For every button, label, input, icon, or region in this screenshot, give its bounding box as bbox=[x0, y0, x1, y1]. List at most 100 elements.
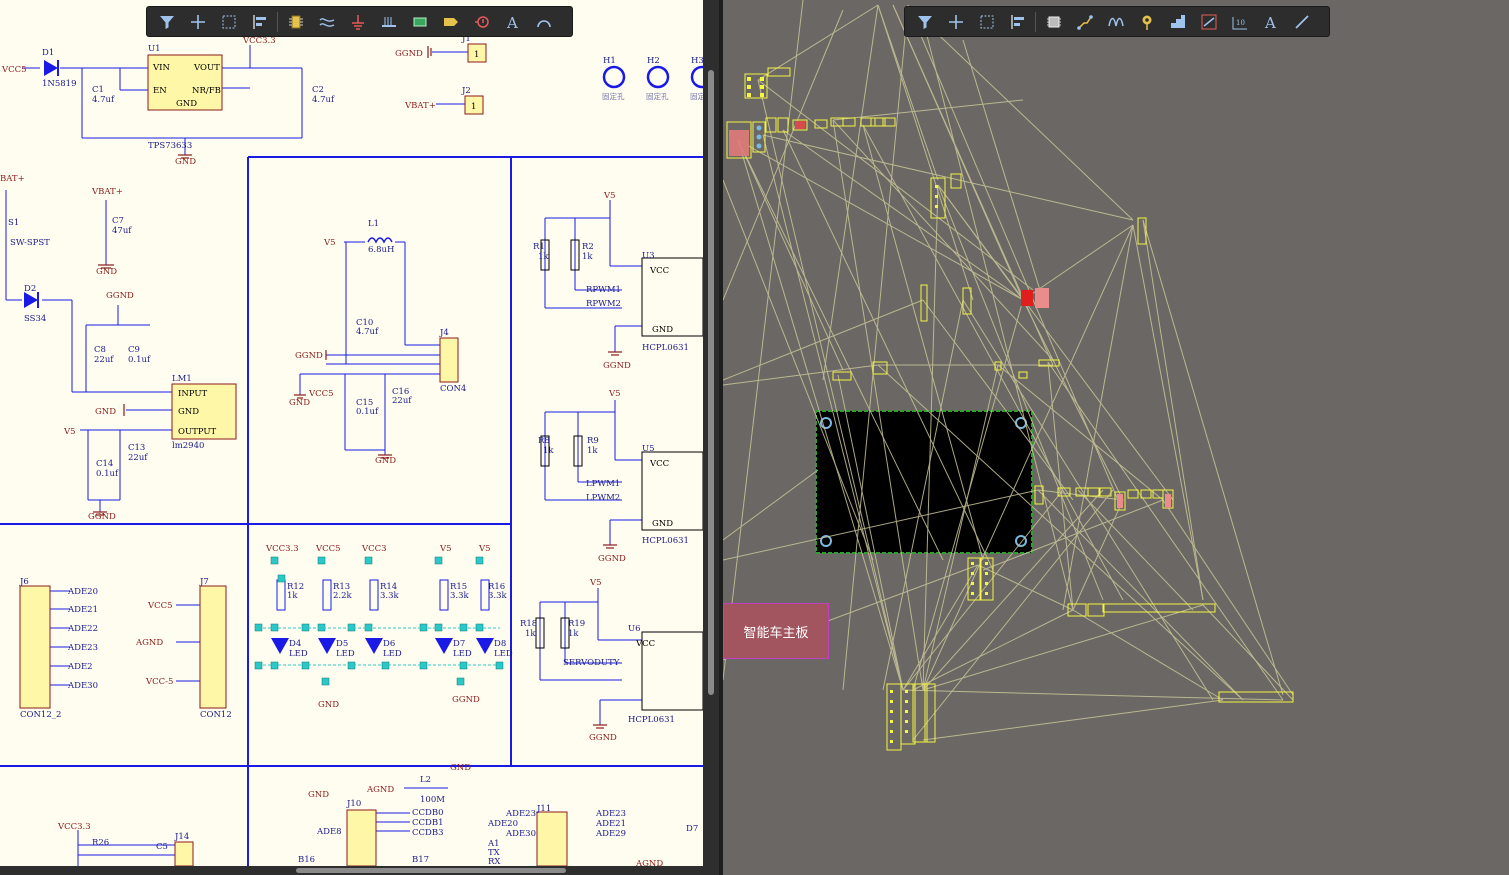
schematic-canvas[interactable]: D1 1N5819 U1 VIN VOUT EN NR/FB GND TPS73… bbox=[0, 0, 703, 866]
schematic-horizontal-scrollbar[interactable] bbox=[0, 866, 703, 875]
svg-text:VIN: VIN bbox=[152, 63, 170, 73]
svg-text:CCDB0: CCDB0 bbox=[412, 808, 443, 818]
svg-text:HCPL0631: HCPL0631 bbox=[642, 536, 689, 546]
svg-text:1k: 1k bbox=[538, 252, 549, 262]
svg-text:SERVODUTY: SERVODUTY bbox=[563, 658, 620, 668]
port-icon[interactable] bbox=[435, 7, 466, 36]
svg-text:A: A bbox=[1264, 14, 1276, 31]
align-icon[interactable] bbox=[244, 7, 275, 36]
svg-text:AGND: AGND bbox=[366, 785, 394, 795]
svg-text:J6: J6 bbox=[19, 577, 29, 587]
svg-text:4.7uf: 4.7uf bbox=[92, 95, 115, 105]
svg-text:J11: J11 bbox=[536, 804, 551, 814]
component-icon[interactable] bbox=[1038, 7, 1069, 36]
svg-text:GND: GND bbox=[95, 407, 116, 417]
dimension-icon[interactable]: 10 bbox=[1224, 7, 1255, 36]
select-rect-icon[interactable] bbox=[213, 7, 244, 36]
svg-text:GGND: GGND bbox=[589, 733, 617, 743]
wire-icon[interactable] bbox=[311, 7, 342, 36]
pcb-editor-pane[interactable]: 智能车主板 10 A bbox=[723, 0, 1509, 875]
svg-text:GND: GND bbox=[652, 325, 673, 335]
filter-icon[interactable] bbox=[909, 7, 940, 36]
svg-text:R9: R9 bbox=[587, 436, 599, 446]
svg-text:LED: LED bbox=[289, 649, 308, 659]
svg-text:R8: R8 bbox=[538, 436, 550, 446]
svg-text:V5: V5 bbox=[439, 544, 452, 554]
svg-text:1: 1 bbox=[471, 102, 476, 112]
svg-text:R19: R19 bbox=[568, 619, 585, 629]
polygon-icon[interactable] bbox=[1162, 7, 1193, 36]
svg-text:R26: R26 bbox=[92, 838, 109, 848]
via-icon[interactable] bbox=[1131, 7, 1162, 36]
svg-text:V5: V5 bbox=[608, 389, 621, 399]
svg-text:GND: GND bbox=[178, 407, 199, 417]
add-icon[interactable] bbox=[940, 7, 971, 36]
scrollbar-thumb[interactable] bbox=[708, 70, 714, 695]
svg-text:R1: R1 bbox=[533, 242, 545, 252]
svg-text:GND: GND bbox=[450, 763, 471, 773]
svg-text:0.1uf: 0.1uf bbox=[96, 469, 119, 479]
differential-icon[interactable] bbox=[1193, 7, 1224, 36]
text-icon[interactable]: A bbox=[497, 7, 528, 36]
svg-text:GGND: GGND bbox=[452, 695, 480, 705]
svg-text:ADE8: ADE8 bbox=[316, 827, 342, 837]
svg-text:1k: 1k bbox=[582, 252, 593, 262]
svg-text:U3: U3 bbox=[642, 251, 655, 261]
sheet-symbol-icon[interactable] bbox=[404, 7, 435, 36]
svg-text:ADE20: ADE20 bbox=[67, 587, 98, 597]
svg-text:GND: GND bbox=[308, 790, 329, 800]
svg-text:ADE20: ADE20 bbox=[487, 819, 518, 829]
svg-text:LED: LED bbox=[336, 649, 355, 659]
route-icon[interactable] bbox=[1069, 7, 1100, 36]
arc-icon[interactable] bbox=[528, 7, 559, 36]
svg-text:RPWM2: RPWM2 bbox=[586, 299, 621, 309]
svg-text:VCC-5: VCC-5 bbox=[145, 677, 173, 687]
svg-text:VCC3.3: VCC3.3 bbox=[57, 822, 91, 832]
svg-text:GGND: GGND bbox=[88, 512, 116, 522]
bus-icon[interactable] bbox=[373, 7, 404, 36]
schematic-editor-pane[interactable]: D1 1N5819 U1 VIN VOUT EN NR/FB GND TPS73… bbox=[0, 0, 703, 866]
svg-text:VCC3: VCC3 bbox=[361, 544, 387, 554]
scrollbar-thumb[interactable] bbox=[296, 868, 566, 873]
svg-text:CCDB3: CCDB3 bbox=[412, 828, 443, 838]
svg-text:LM1: LM1 bbox=[172, 374, 192, 384]
text-icon[interactable]: A bbox=[1255, 7, 1286, 36]
filter-icon[interactable] bbox=[151, 7, 182, 36]
svg-text:1k: 1k bbox=[543, 446, 554, 456]
svg-text:3.3k: 3.3k bbox=[380, 591, 400, 601]
svg-text:C13: C13 bbox=[128, 443, 145, 453]
svg-text:SW-SPST: SW-SPST bbox=[10, 238, 50, 248]
svg-text:GND: GND bbox=[176, 99, 197, 109]
svg-text:HCPL0631: HCPL0631 bbox=[642, 343, 689, 353]
align-icon[interactable] bbox=[1002, 7, 1033, 36]
svg-text:ADE2: ADE2 bbox=[67, 662, 93, 672]
add-icon[interactable] bbox=[182, 7, 213, 36]
svg-text:3.3k: 3.3k bbox=[450, 591, 470, 601]
svg-text:1N5819: 1N5819 bbox=[42, 79, 76, 89]
svg-text:GND: GND bbox=[289, 398, 310, 408]
svg-text:固定孔: 固定孔 bbox=[646, 91, 669, 101]
svg-text:D8: D8 bbox=[494, 639, 506, 649]
svg-text:22uf: 22uf bbox=[392, 396, 412, 406]
line-icon[interactable] bbox=[1286, 7, 1317, 36]
pcb-canvas[interactable] bbox=[723, 0, 1509, 875]
component-icon[interactable] bbox=[280, 7, 311, 36]
svg-text:LED: LED bbox=[383, 649, 402, 659]
board-title-text[interactable]: 智能车主板 bbox=[723, 603, 829, 659]
board-title-label: 智能车主板 bbox=[743, 625, 809, 641]
svg-text:V5: V5 bbox=[323, 238, 336, 248]
directive-icon[interactable] bbox=[466, 7, 497, 36]
svg-text:J4: J4 bbox=[439, 328, 449, 338]
power-port-icon[interactable] bbox=[342, 7, 373, 36]
svg-text:H1: H1 bbox=[603, 56, 616, 66]
svg-text:VBAT+: VBAT+ bbox=[404, 101, 436, 111]
application-window: D1 1N5819 U1 VIN VOUT EN NR/FB GND TPS73… bbox=[0, 0, 1509, 875]
svg-text:ADE22: ADE22 bbox=[67, 624, 98, 634]
svg-text:CON12_2: CON12_2 bbox=[20, 710, 61, 720]
schematic-vertical-scrollbar[interactable] bbox=[703, 0, 719, 875]
interactive-route-icon[interactable] bbox=[1100, 7, 1131, 36]
select-rect-icon[interactable] bbox=[971, 7, 1002, 36]
svg-text:INPUT: INPUT bbox=[178, 389, 208, 399]
svg-text:100M: 100M bbox=[420, 795, 445, 805]
svg-text:GGND: GGND bbox=[603, 361, 631, 371]
